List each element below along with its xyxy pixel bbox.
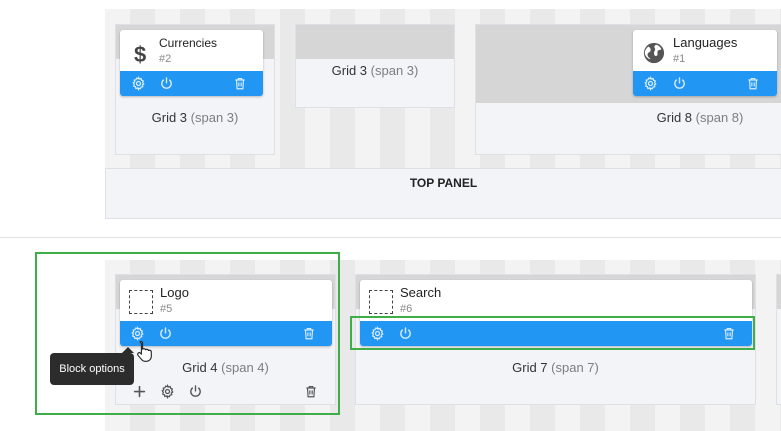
grid-currencies: $ Currencies #2 Grid 3 (span 3) — [115, 24, 275, 155]
grid-header — [296, 25, 454, 59]
block-id: #6 — [400, 303, 413, 315]
highlight-search-toolbar — [350, 316, 755, 350]
grid-languages: Languages #1 Grid 8 (span 8) — [475, 24, 781, 155]
block-id: #2 — [159, 53, 172, 65]
block-id: #1 — [673, 53, 686, 65]
top-panel: TOP PANEL — [105, 168, 781, 219]
power-icon[interactable] — [672, 76, 687, 91]
grid-header — [777, 275, 781, 309]
grid-label: Grid 3 (span 3) — [331, 63, 419, 78]
highlight-grid-4 — [35, 252, 340, 415]
gear-icon[interactable] — [131, 76, 146, 91]
placeholder-icon — [369, 290, 393, 314]
block-toolbar — [633, 71, 777, 96]
trash-icon[interactable] — [746, 76, 760, 91]
block-toolbar — [120, 71, 263, 96]
cursor-icon — [137, 340, 152, 362]
block-languages[interactable]: Languages #1 — [633, 30, 777, 96]
grid-label: Grid 8 (span 8) — [656, 110, 744, 125]
block-title: Search — [400, 285, 442, 300]
grid-partial — [776, 274, 781, 405]
top-panel-label: TOP PANEL — [409, 176, 478, 190]
block-title: Currencies — [159, 36, 218, 50]
power-icon[interactable] — [159, 76, 174, 91]
section-divider — [0, 237, 781, 238]
trash-icon[interactable] — [233, 76, 247, 91]
globe-icon — [643, 42, 665, 64]
svg-text:$: $ — [134, 42, 146, 66]
block-options-tooltip: Block options — [50, 347, 134, 385]
gear-icon[interactable] — [643, 76, 658, 91]
block-currencies[interactable]: $ Currencies #2 — [120, 30, 263, 96]
dollar-icon: $ — [134, 42, 146, 66]
block-title: Languages — [673, 35, 738, 50]
grid-empty: Grid 3 (span 3) — [295, 24, 455, 108]
grid-label: Grid 3 (span 3) — [151, 110, 239, 125]
grid-label: Grid 7 (span 7) — [512, 360, 599, 375]
